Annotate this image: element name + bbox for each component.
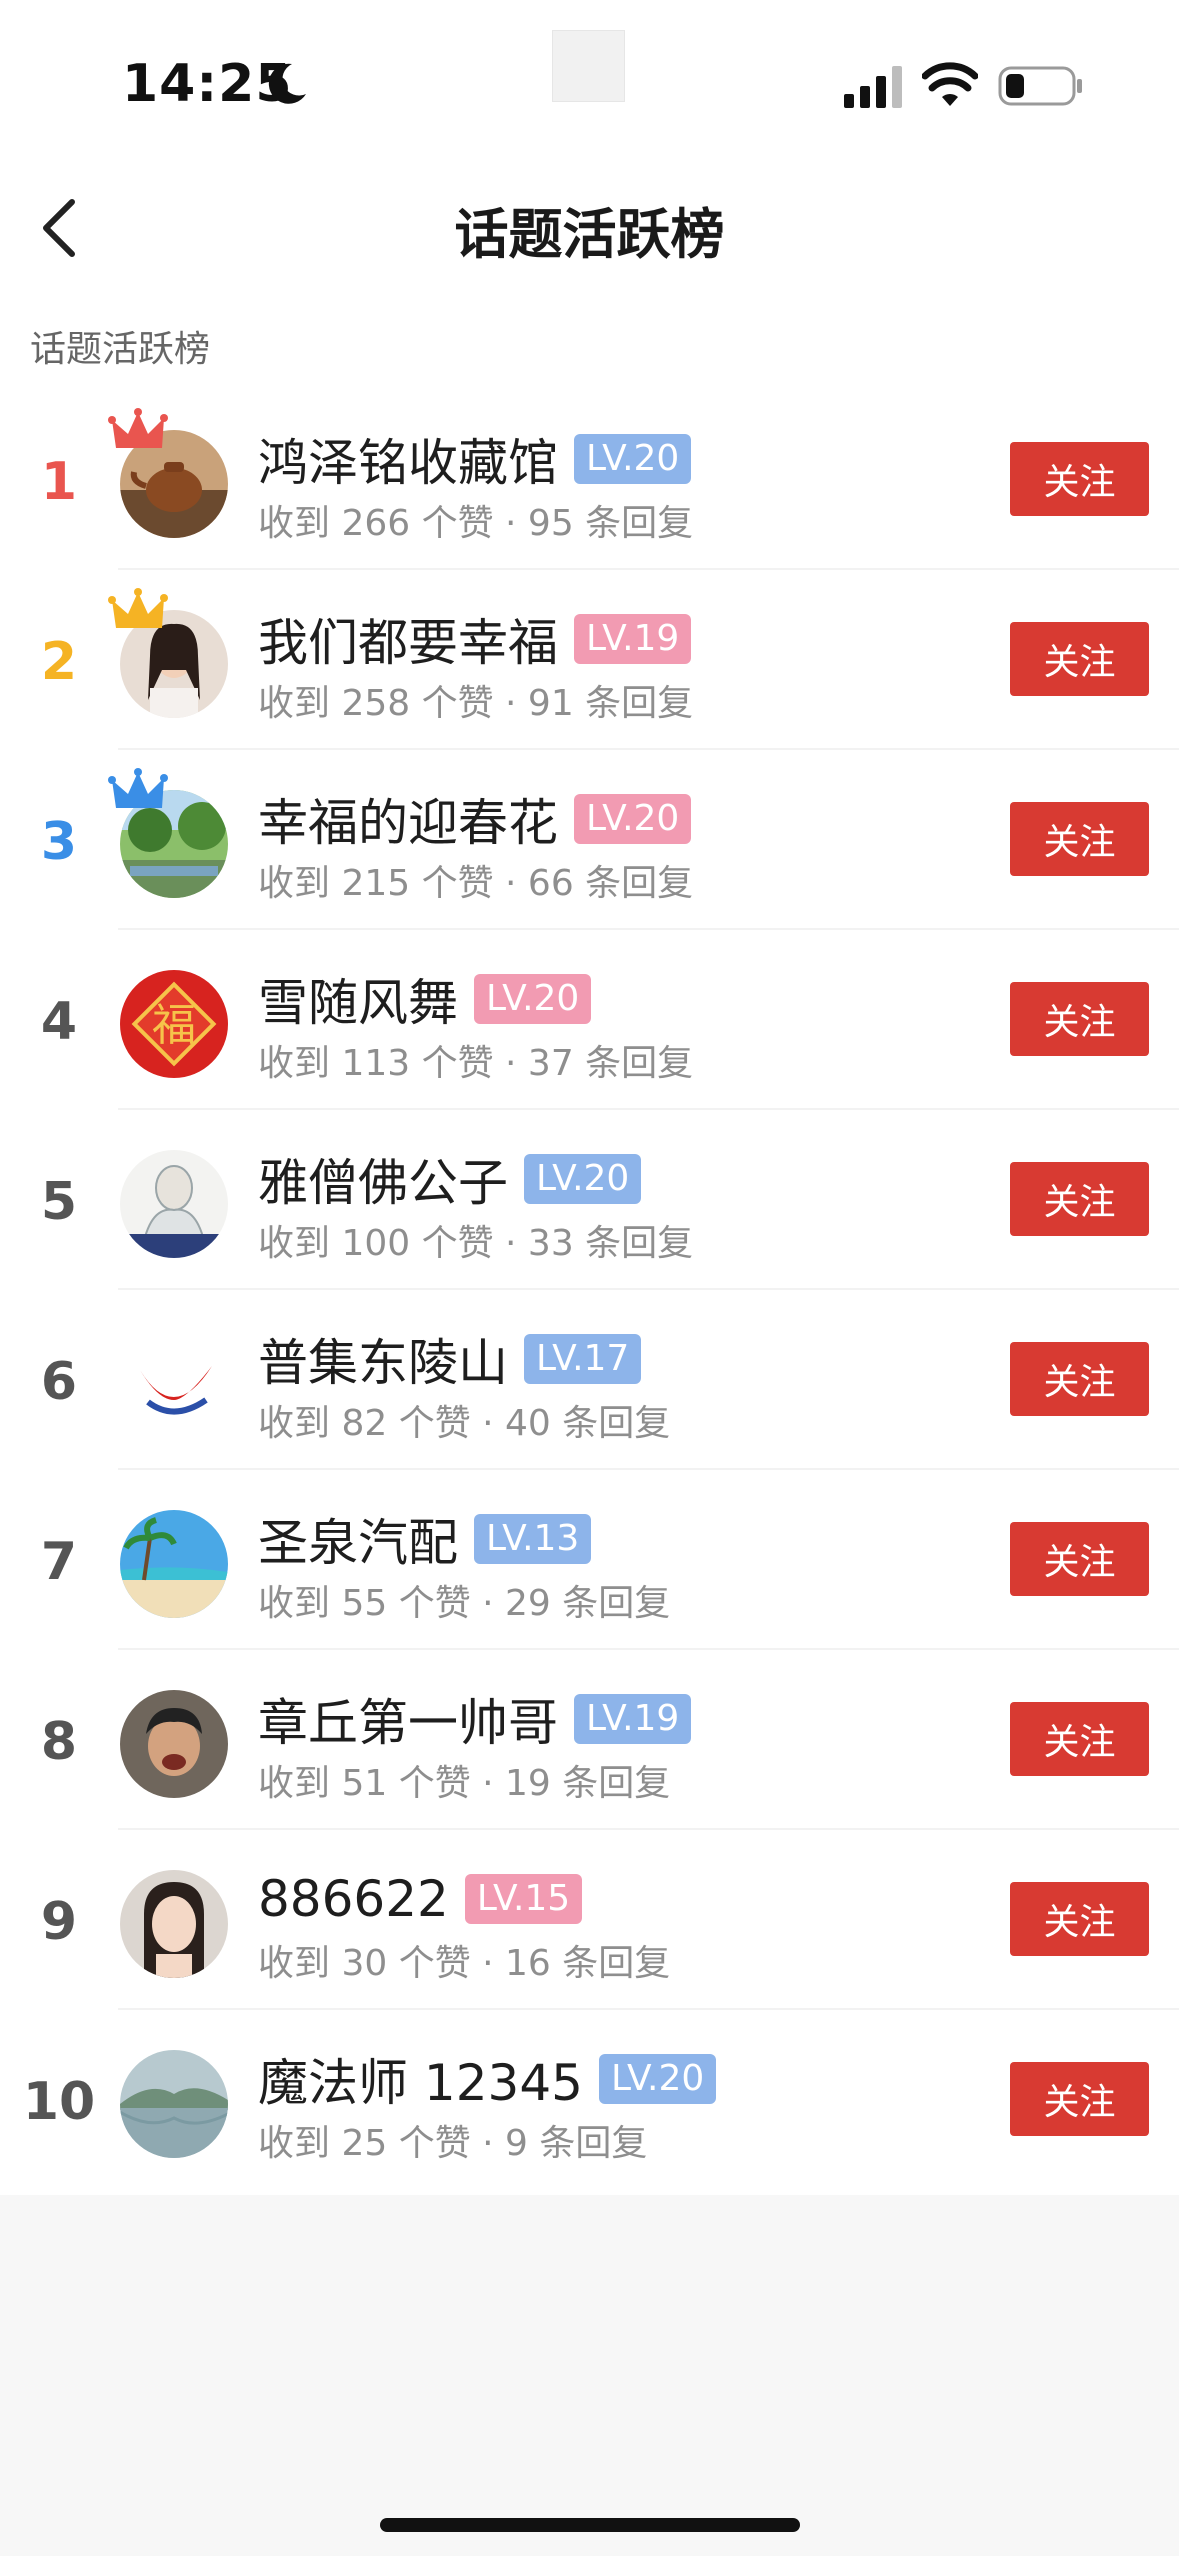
ranking-row-8[interactable]: 8 章丘第一帅哥 LV.19 收到 51 个赞 · 19 条回复 关注 bbox=[0, 1650, 1179, 1830]
user-name[interactable]: 普集东陵山 bbox=[258, 1323, 508, 1395]
rank-number: 7 bbox=[40, 1532, 78, 1592]
section-label: 话题活跃榜 bbox=[30, 329, 211, 370]
ranking-list: 1 鸿泽铭收藏馆 LV.20 收到 266 个赞 · 95 条回复 关注 2 我… bbox=[0, 390, 1179, 2190]
battery-icon bbox=[998, 66, 1082, 106]
follow-button[interactable]: 关注 bbox=[1010, 622, 1149, 696]
home-indicator bbox=[380, 2518, 800, 2532]
name-line: 雪随风舞 LV.20 bbox=[258, 968, 592, 1032]
name-line: 幸福的迎春花 LV.20 bbox=[258, 788, 692, 852]
name-line: 普集东陵山 LV.17 bbox=[258, 1328, 642, 1392]
svg-text:福: 福 bbox=[152, 1000, 196, 1051]
avatar-sketch-figure[interactable] bbox=[120, 1150, 228, 1258]
page-title: 话题活跃榜 bbox=[454, 203, 725, 266]
user-stats: 收到 25 个赞 · 9 条回复 bbox=[258, 2123, 648, 2164]
ranking-row-6[interactable]: 6 普集东陵山 LV.17 收到 82 个赞 · 40 条回复 关注 bbox=[0, 1290, 1179, 1470]
level-badge: LV.20 bbox=[574, 794, 692, 844]
level-badge: LV.17 bbox=[524, 1334, 642, 1384]
level-badge: LV.20 bbox=[574, 434, 692, 484]
user-name[interactable]: 我们都要幸福 bbox=[258, 603, 558, 675]
avatar-beach[interactable] bbox=[120, 1510, 228, 1618]
user-stats: 收到 82 个赞 · 40 条回复 bbox=[258, 1403, 671, 1444]
follow-button[interactable]: 关注 bbox=[1010, 1702, 1149, 1776]
user-name[interactable]: 雪随风舞 bbox=[258, 963, 458, 1035]
follow-button[interactable]: 关注 bbox=[1010, 1522, 1149, 1596]
follow-button[interactable]: 关注 bbox=[1010, 1342, 1149, 1416]
wifi-icon bbox=[922, 62, 978, 106]
name-line: 章丘第一帅哥 LV.19 bbox=[258, 1688, 692, 1752]
crown-icon bbox=[108, 588, 168, 628]
rank-number: 8 bbox=[40, 1712, 78, 1772]
avatar-lake-landscape[interactable] bbox=[120, 2050, 228, 2158]
level-badge: LV.13 bbox=[474, 1514, 592, 1564]
avatar-red-logo[interactable] bbox=[120, 1330, 228, 1438]
avatar-woman-selfie[interactable] bbox=[120, 1870, 228, 1978]
level-badge: LV.19 bbox=[574, 614, 692, 664]
user-name[interactable]: 幸福的迎春花 bbox=[258, 783, 558, 855]
ranking-row-3[interactable]: 3 幸福的迎春花 LV.20 收到 215 个赞 · 66 条回复 关注 bbox=[0, 750, 1179, 930]
user-name[interactable]: 魔法师 12345 bbox=[258, 2043, 583, 2115]
avatar-man-laughing[interactable] bbox=[120, 1690, 228, 1798]
add-placeholder-icon bbox=[552, 30, 625, 102]
rank-number: 6 bbox=[40, 1352, 78, 1412]
name-line: 雅僧佛公子 LV.20 bbox=[258, 1148, 642, 1212]
follow-button[interactable]: 关注 bbox=[1010, 982, 1149, 1056]
level-badge: LV.15 bbox=[464, 1874, 583, 1924]
rank-number: 2 bbox=[40, 632, 78, 692]
user-stats: 收到 55 个赞 · 29 条回复 bbox=[258, 1583, 671, 1624]
rank-number: 1 bbox=[40, 452, 78, 512]
user-name[interactable]: 章丘第一帅哥 bbox=[258, 1683, 558, 1755]
user-name[interactable]: 圣泉汽配 bbox=[258, 1503, 458, 1575]
follow-button[interactable]: 关注 bbox=[1010, 802, 1149, 876]
follow-button[interactable]: 关注 bbox=[1010, 1882, 1149, 1956]
user-stats: 收到 51 个赞 · 19 条回复 bbox=[258, 1763, 671, 1804]
ranking-row-2[interactable]: 2 我们都要幸福 LV.19 收到 258 个赞 · 91 条回复 关注 bbox=[0, 570, 1179, 750]
name-line: 圣泉汽配 LV.13 bbox=[258, 1508, 592, 1572]
cellular-signal-icon bbox=[844, 66, 902, 108]
user-stats: 收到 215 个赞 · 66 条回复 bbox=[258, 863, 694, 904]
status-bar: 14:25 bbox=[0, 0, 1179, 150]
ranking-row-1[interactable]: 1 鸿泽铭收藏馆 LV.20 收到 266 个赞 · 95 条回复 关注 bbox=[0, 390, 1179, 570]
user-stats: 收到 100 个赞 · 33 条回复 bbox=[258, 1223, 694, 1264]
level-badge: LV.20 bbox=[598, 2054, 717, 2104]
user-name[interactable]: 雅僧佛公子 bbox=[258, 1143, 508, 1215]
rank-number: 3 bbox=[40, 812, 78, 872]
rank-number: 4 bbox=[40, 992, 78, 1052]
ranking-row-5[interactable]: 5 雅僧佛公子 LV.20 收到 100 个赞 · 33 条回复 关注 bbox=[0, 1110, 1179, 1290]
ranking-row-7[interactable]: 7 圣泉汽配 LV.13 收到 55 个赞 · 29 条回复 关注 bbox=[0, 1470, 1179, 1650]
user-stats: 收到 266 个赞 · 95 条回复 bbox=[258, 503, 694, 544]
name-line: 魔法师 12345 LV.20 bbox=[258, 2048, 717, 2112]
level-badge: LV.20 bbox=[474, 974, 592, 1024]
user-name[interactable]: 886622 bbox=[258, 1870, 449, 1928]
name-line: 我们都要幸福 LV.19 bbox=[258, 608, 692, 672]
level-badge: LV.19 bbox=[574, 1694, 692, 1744]
ranking-row-10[interactable]: 10 魔法师 12345 LV.20 收到 25 个赞 · 9 条回复 关注 bbox=[0, 2010, 1179, 2190]
ranking-row-4[interactable]: 4 福 雪随风舞 LV.20 收到 113 个赞 · 37 条回复 关注 bbox=[0, 930, 1179, 1110]
user-name[interactable]: 鸿泽铭收藏馆 bbox=[258, 423, 558, 495]
user-stats: 收到 113 个赞 · 37 条回复 bbox=[258, 1043, 694, 1084]
level-badge: LV.20 bbox=[524, 1154, 642, 1204]
avatar-fu-character[interactable]: 福 bbox=[120, 970, 228, 1078]
crown-icon bbox=[108, 408, 168, 448]
name-line: 鸿泽铭收藏馆 LV.20 bbox=[258, 428, 692, 492]
crown-icon bbox=[108, 768, 168, 808]
name-line: 886622 LV.15 bbox=[258, 1868, 583, 1930]
rank-number: 10 bbox=[22, 2072, 96, 2132]
moon-icon bbox=[268, 63, 306, 104]
follow-button[interactable]: 关注 bbox=[1010, 2062, 1149, 2136]
follow-button[interactable]: 关注 bbox=[1010, 442, 1149, 516]
user-stats: 收到 30 个赞 · 16 条回复 bbox=[258, 1943, 671, 1984]
follow-button[interactable]: 关注 bbox=[1010, 1162, 1149, 1236]
user-stats: 收到 258 个赞 · 91 条回复 bbox=[258, 683, 694, 724]
rank-number: 5 bbox=[40, 1172, 78, 1232]
ranking-row-9[interactable]: 9 886622 LV.15 收到 30 个赞 · 16 条回复 关注 bbox=[0, 1830, 1179, 2010]
rank-number: 9 bbox=[40, 1892, 78, 1952]
